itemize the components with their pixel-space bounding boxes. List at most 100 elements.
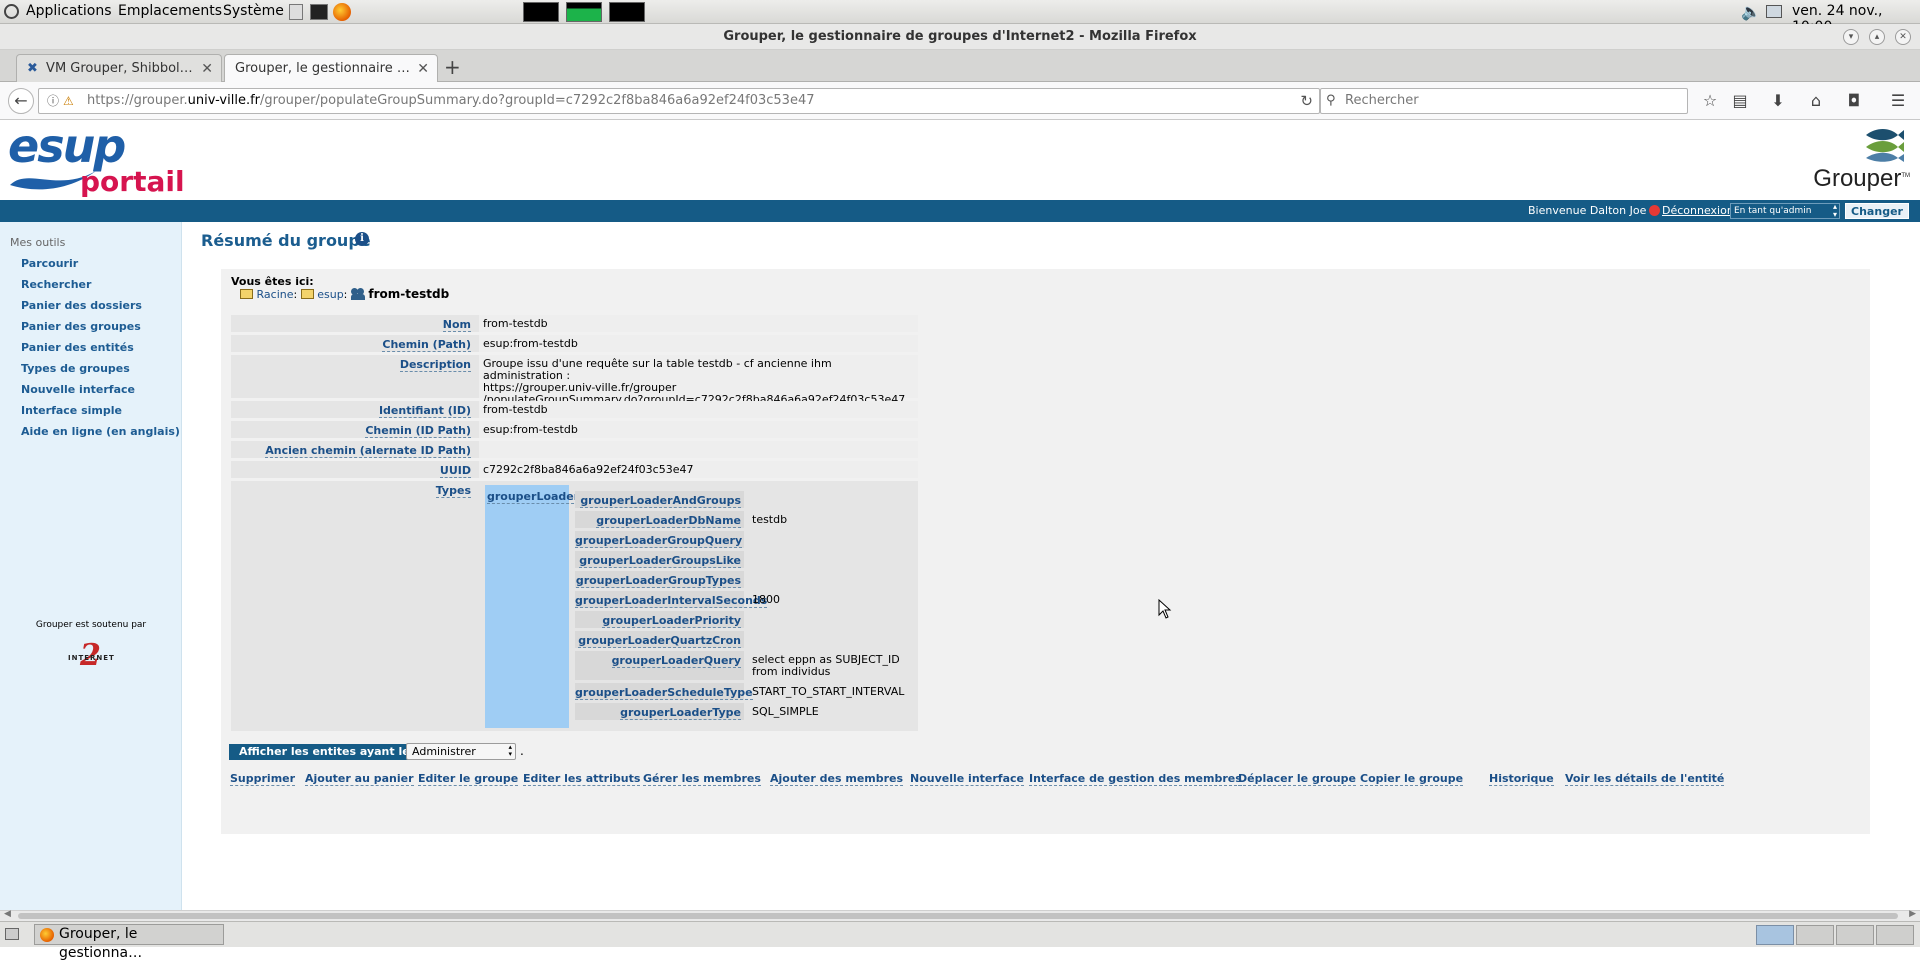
- action-add-to-cart[interactable]: Ajouter au panier: [305, 772, 414, 786]
- firefox-launcher-icon[interactable]: [333, 3, 351, 21]
- scroll-right-icon[interactable]: ▶: [1909, 909, 1916, 919]
- role-select[interactable]: En tant qu'admin ▴ ▾: [1730, 203, 1840, 219]
- close-tab-icon[interactable]: ✕: [201, 55, 213, 82]
- sidebar-item-panier-entites[interactable]: Panier des entités: [21, 341, 134, 354]
- new-tab-icon[interactable]: +: [444, 55, 461, 79]
- sidebar-item-aide[interactable]: Aide en ligne (en anglais): [21, 425, 180, 438]
- attr-label-nom[interactable]: Nom: [442, 318, 471, 332]
- grouper-logo[interactable]: GrouperTM: [1800, 125, 1910, 197]
- workspace-4[interactable]: [1876, 925, 1914, 945]
- taskbar-window-label: Grouper, le gestionna…: [59, 926, 143, 961]
- type-prop-label[interactable]: grouperLoaderScheduleType: [575, 686, 753, 700]
- hamburger-menu-icon[interactable]: ☰: [1887, 91, 1909, 110]
- horizontal-scrollbar[interactable]: ◀ ▶: [0, 909, 1920, 921]
- reload-icon[interactable]: ↻: [1300, 89, 1313, 113]
- action-entity-details[interactable]: Voir les détails de l'entité: [1565, 772, 1725, 786]
- sidebar-item-panier-groupes[interactable]: Panier des groupes: [21, 320, 141, 333]
- network-status-icon[interactable]: [1766, 5, 1782, 18]
- workspace-switcher[interactable]: [1756, 925, 1916, 945]
- apps-menu-icon[interactable]: [4, 4, 19, 19]
- logout-icon[interactable]: [1649, 205, 1660, 216]
- privilege-select[interactable]: Administrer ▴ ▾: [406, 743, 516, 760]
- action-edit-attributes[interactable]: Editer les attributs: [523, 772, 641, 786]
- type-prop-label[interactable]: grouperLoaderPriority: [602, 614, 741, 628]
- esup-portail-logo[interactable]: esup portail: [8, 119, 188, 198]
- action-history[interactable]: Historique: [1489, 772, 1554, 786]
- attr-row-nom: Nom from-testdb: [231, 315, 918, 332]
- url-field[interactable]: ⓘ ⚠ https://grouper.univ-ville.fr/groupe…: [38, 88, 1320, 114]
- taskbar-window-firefox[interactable]: Grouper, le gestionna…: [34, 924, 224, 961]
- type-prop-label[interactable]: grouperLoaderGroupTypes: [575, 574, 741, 588]
- back-icon[interactable]: ←: [8, 88, 34, 114]
- tab-vm-grouper[interactable]: ✖ VM Grouper, Shibbol… ✕: [16, 54, 222, 82]
- bookmark-star-icon[interactable]: ☆: [1699, 91, 1721, 110]
- type-prop-label[interactable]: grouperLoaderAndGroups: [580, 494, 741, 508]
- insecure-lock-icon[interactable]: ⚠: [63, 89, 74, 113]
- places-menu[interactable]: Emplacements: [118, 3, 222, 19]
- portail-logo-text: portail: [80, 165, 185, 198]
- attr-label-alternate-path[interactable]: Ancien chemin (alernate ID Path): [265, 444, 471, 458]
- sidebar-item-nouvelle-interface[interactable]: Nouvelle interface: [21, 383, 135, 396]
- type-prop-label[interactable]: grouperLoaderGroupsLike: [579, 554, 741, 568]
- text-editor-launcher-icon[interactable]: [289, 4, 303, 20]
- sidebar-item-panier-dossiers[interactable]: Panier des dossiers: [21, 299, 142, 312]
- type-prop-label[interactable]: grouperLoaderDbName: [596, 514, 741, 528]
- breadcrumb: Racine: esup: from-testdb: [240, 287, 449, 301]
- action-delete[interactable]: Supprimer: [230, 772, 296, 786]
- action-new-interface[interactable]: Nouvelle interface: [910, 772, 1024, 786]
- help-info-icon[interactable]: i: [355, 232, 369, 246]
- search-input[interactable]: ⚲ Rechercher: [1320, 88, 1688, 114]
- attr-label-id-path[interactable]: Chemin (ID Path): [365, 424, 471, 438]
- workspace-3[interactable]: [1836, 925, 1874, 945]
- sidebar-item-interface-simple[interactable]: Interface simple: [21, 404, 122, 417]
- action-move-group[interactable]: Déplacer le groupe: [1238, 772, 1356, 786]
- sidebar-item-types-groupes[interactable]: Types de groupes: [21, 362, 130, 375]
- type-name-link[interactable]: grouperLoader: [487, 490, 580, 504]
- sidebar-item-rechercher[interactable]: Rechercher: [21, 278, 91, 291]
- sidebar-item-parcourir[interactable]: Parcourir: [21, 257, 78, 270]
- breadcrumb-folder-link[interactable]: esup: [317, 288, 343, 301]
- close-tab-icon[interactable]: ✕: [417, 55, 429, 82]
- close-window-icon[interactable]: ✕: [1895, 29, 1911, 45]
- attr-label-uuid[interactable]: UUID: [439, 464, 471, 478]
- attr-label-types[interactable]: Types: [435, 484, 471, 498]
- action-copy-group[interactable]: Copier le groupe: [1360, 772, 1464, 786]
- volume-icon[interactable]: 🔈: [1741, 2, 1761, 21]
- type-prop-label[interactable]: grouperLoaderIntervalSeconds: [575, 594, 768, 608]
- info-icon[interactable]: ⓘ: [47, 89, 59, 113]
- type-prop-label[interactable]: grouperLoaderQuery: [611, 654, 741, 668]
- attr-row-description: Description Groupe issu d'une requête su…: [231, 355, 918, 406]
- action-manage-members[interactable]: Gérer les membres: [643, 772, 761, 786]
- applications-menu[interactable]: Applications: [26, 3, 112, 19]
- type-prop-label[interactable]: grouperLoaderGroupQuery: [575, 534, 743, 548]
- change-role-button[interactable]: Changer: [1845, 203, 1909, 219]
- type-prop-label[interactable]: grouperLoaderType: [620, 706, 741, 720]
- system-menu[interactable]: Système: [223, 3, 284, 19]
- workspace-2[interactable]: [1796, 925, 1834, 945]
- breadcrumb-root-link[interactable]: Racine: [257, 288, 294, 301]
- scroll-left-icon[interactable]: ◀: [4, 909, 11, 919]
- attr-value-alternate-path: [479, 441, 918, 458]
- pocket-icon[interactable]: ◘: [1843, 91, 1865, 110]
- window-titlebar: Grouper, le gestionnaire de groupes d'In…: [0, 24, 1920, 50]
- show-desktop-icon[interactable]: [5, 928, 19, 940]
- workspace-1[interactable]: [1756, 925, 1794, 945]
- reader-list-icon[interactable]: ▤: [1729, 91, 1751, 110]
- scrollbar-thumb[interactable]: [18, 913, 1898, 919]
- logout-link[interactable]: Déconnexion: [1662, 204, 1734, 217]
- action-edit-group[interactable]: Editer le groupe: [418, 772, 519, 786]
- terminal-launcher-icon[interactable]: [310, 4, 328, 20]
- download-icon[interactable]: ⬇: [1767, 91, 1789, 110]
- attr-label-id[interactable]: Identifiant (ID): [378, 404, 471, 418]
- action-add-members[interactable]: Ajouter des membres: [770, 772, 904, 786]
- internet2-logo[interactable]: 2 INTERNET: [66, 638, 116, 676]
- type-prop-label[interactable]: grouperLoaderQuartzCron: [578, 634, 741, 648]
- maximize-icon[interactable]: ▴: [1869, 29, 1885, 45]
- attr-row-alternate-path: Ancien chemin (alernate ID Path): [231, 441, 918, 458]
- tab-grouper[interactable]: Grouper, le gestionnaire … ✕: [224, 54, 438, 82]
- attr-label-path[interactable]: Chemin (Path): [382, 338, 471, 352]
- action-member-management-interface[interactable]: Interface de gestion des membres: [1029, 772, 1242, 786]
- home-icon[interactable]: ⌂: [1805, 91, 1827, 110]
- attr-label-description[interactable]: Description: [399, 358, 471, 372]
- minimize-icon[interactable]: ▾: [1843, 29, 1859, 45]
